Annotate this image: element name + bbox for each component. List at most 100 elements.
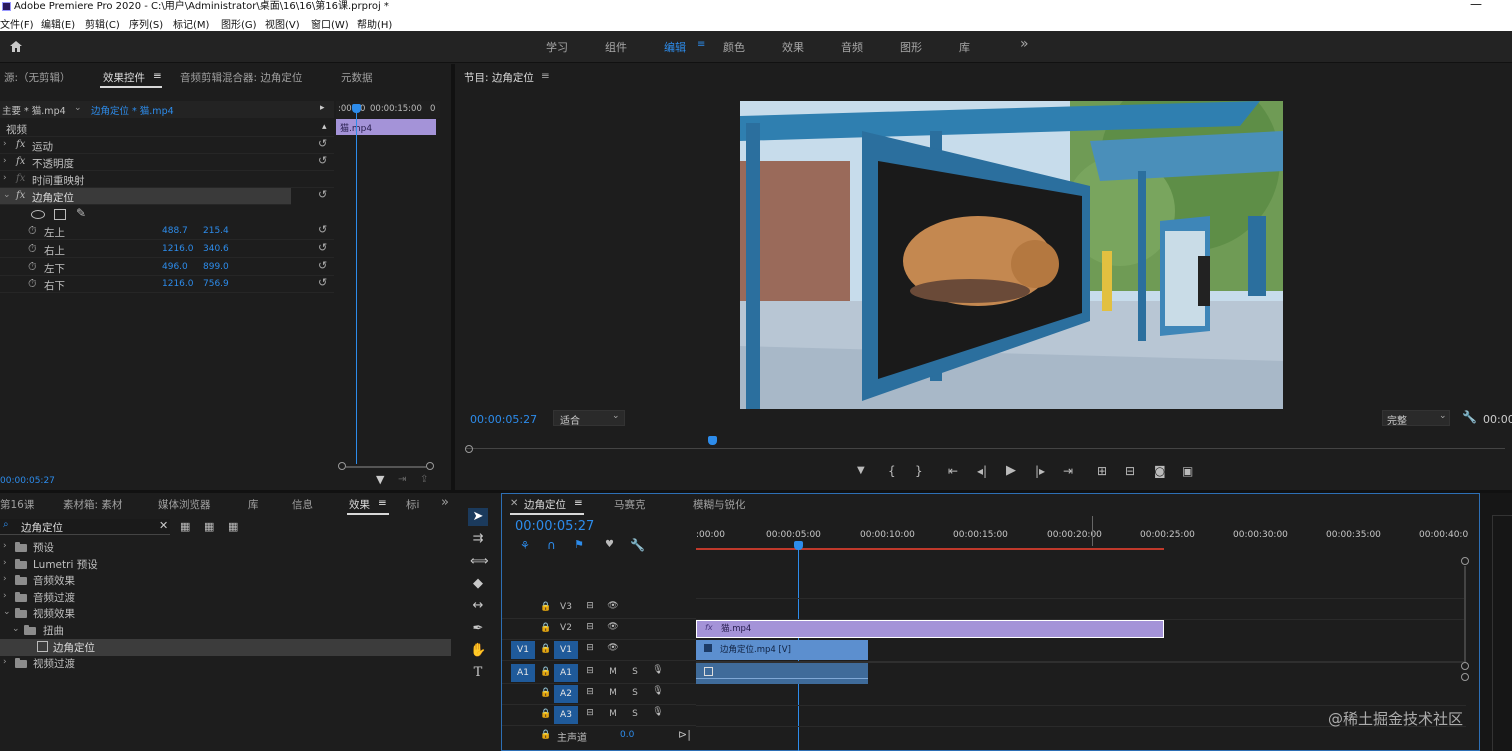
sync-lock-icon[interactable]: ⊟ [584, 708, 596, 718]
tab-source[interactable]: 源:（无剪辑） [4, 70, 71, 85]
ec-playhead-handle[interactable] [352, 104, 361, 113]
pen-tool-icon[interactable]: ✒ [470, 621, 486, 636]
tab-effects[interactable]: 效果 [349, 497, 370, 512]
ec-zoom-scrollbar[interactable] [336, 462, 436, 470]
program-playhead[interactable] [708, 436, 717, 445]
reset-icon[interactable]: ↺ [318, 259, 327, 272]
export-frame-camera-icon[interactable]: ◙ [1154, 464, 1166, 478]
tab-metadata[interactable]: 元数据 [341, 70, 373, 85]
solo-button[interactable]: S [630, 667, 640, 677]
workspace-color[interactable]: 颜色 [723, 39, 745, 55]
minimize-icon[interactable]: — [1470, 0, 1482, 11]
fx-icon[interactable]: fx [16, 190, 25, 201]
clip-v1[interactable]: 边角定位.mp4 [V] [696, 640, 868, 660]
tree-item[interactable]: › 视频过渡 [0, 655, 451, 672]
quality-dropdown[interactable]: 完整 ⌄ [1382, 410, 1450, 427]
collapse-chevron-icon[interactable]: ⌄ [3, 190, 11, 200]
microphone-icon[interactable]: 🎙 [652, 686, 664, 696]
nest-toggle-icon[interactable]: ⚘ [520, 539, 530, 552]
lock-icon[interactable]: 🔒 [540, 709, 552, 719]
close-tab-icon[interactable]: ✕ [510, 498, 518, 509]
tree-item[interactable]: › Lumetri 预设 [0, 556, 451, 573]
tab-menu-icon[interactable]: ≡ [574, 497, 583, 509]
tree-item-selected[interactable]: 边角定位 [0, 639, 451, 656]
param-x-value[interactable]: 496.0 [162, 262, 188, 272]
stopwatch-icon[interactable]: ⏱ [28, 260, 37, 274]
play-icon[interactable]: ▶ [1006, 463, 1016, 478]
mute-button[interactable]: M [608, 667, 618, 677]
sync-lock-icon[interactable]: ⊟ [584, 643, 596, 653]
menu-marker[interactable]: 标记(M) [173, 16, 209, 31]
sync-lock-icon[interactable]: ⊟ [584, 666, 596, 676]
comparison-view-icon[interactable]: ▣ [1182, 464, 1193, 478]
selection-tool-icon[interactable]: ➤ [470, 509, 486, 524]
sync-lock-icon[interactable]: ⊟ [584, 622, 596, 632]
accelerated-effects-icon[interactable]: ▦ [180, 520, 190, 533]
expand-chevron-icon[interactable]: › [3, 558, 7, 568]
extract-icon[interactable]: ⊟ [1125, 464, 1135, 478]
tab-menu-icon[interactable]: ≡ [153, 70, 162, 82]
tab-markers[interactable]: 标i [406, 497, 419, 512]
collapse-chevron-icon[interactable]: ⌄ [3, 607, 11, 617]
linked-selection-icon[interactable]: ⚑ [574, 538, 584, 551]
track-label[interactable]: V3 [558, 602, 574, 612]
32bit-effects-icon[interactable]: ▦ [204, 520, 214, 533]
collapse-up-icon[interactable]: ▴ [322, 122, 327, 132]
mark-out-icon[interactable]: } [915, 464, 923, 478]
menu-clip[interactable]: 剪辑(C) [85, 16, 120, 31]
fit-dropdown[interactable]: 适合 ⌄ [553, 410, 625, 427]
reset-icon[interactable]: ↺ [318, 154, 327, 167]
menu-sequence[interactable]: 序列(S) [129, 16, 163, 31]
type-tool-icon[interactable]: T [470, 665, 486, 680]
yuv-effects-icon[interactable]: ▦ [228, 520, 238, 533]
lift-icon[interactable]: ⊞ [1097, 464, 1107, 478]
workspace-more-icon[interactable]: » [1020, 36, 1029, 52]
workspace-libraries[interactable]: 库 [959, 39, 970, 55]
master-volume-value[interactable]: 0.0 [620, 730, 634, 740]
ripple-edit-tool-icon[interactable]: ⟺ [470, 554, 489, 569]
pen-mask-icon[interactable]: ✎ [76, 206, 86, 220]
lock-icon[interactable]: 🔒 [540, 602, 552, 612]
source-patch-a1[interactable]: A1 [511, 664, 535, 682]
ec-current-time[interactable]: 00:00:05:27 [0, 476, 55, 486]
expand-chevron-icon[interactable]: › [3, 173, 7, 183]
collapse-chevron-icon[interactable]: ⌄ [12, 624, 20, 634]
effect-row-opacity[interactable]: › fx 不透明度 ↺ [0, 154, 334, 171]
microphone-icon[interactable]: 🎙 [652, 665, 664, 675]
more-tabs-icon[interactable]: » [441, 495, 449, 510]
reset-icon[interactable]: ↺ [318, 188, 327, 201]
chevron-down-icon[interactable]: ⌄ [74, 103, 82, 113]
menu-help[interactable]: 帮助(H) [357, 16, 392, 31]
solo-button[interactable]: S [630, 709, 640, 719]
lock-icon[interactable]: 🔒 [540, 644, 552, 654]
track-label[interactable]: V2 [558, 623, 574, 633]
tree-item[interactable]: › 音频效果 [0, 572, 451, 589]
clear-search-icon[interactable]: ✕ [159, 519, 168, 532]
workspace-effects[interactable]: 效果 [782, 39, 804, 55]
tree-item[interactable]: ⌄ 视频效果 [0, 605, 451, 622]
tab-libraries[interactable]: 库 [248, 497, 259, 512]
go-to-out-icon[interactable]: ⇥ [1063, 464, 1073, 478]
tab-media-browser[interactable]: 媒体浏览器 [158, 497, 211, 512]
expand-chevron-icon[interactable]: › [3, 591, 7, 601]
mute-button[interactable]: M [608, 709, 618, 719]
param-x-value[interactable]: 488.7 [162, 226, 188, 236]
add-marker-icon[interactable]: ♥ [605, 539, 614, 550]
tree-item[interactable]: ⌄ 扭曲 [0, 622, 451, 639]
export-icon[interactable]: ⇪ [420, 474, 428, 485]
search-input[interactable]: 边角定位 [21, 520, 63, 535]
tab-info[interactable]: 信息 [292, 497, 313, 512]
workspace-editing[interactable]: 编辑 [664, 39, 686, 55]
reset-icon[interactable]: ↺ [318, 223, 327, 236]
stopwatch-icon[interactable]: ⏱ [28, 242, 37, 256]
track-target-a3[interactable]: A3 [554, 706, 578, 724]
tab-bin[interactable]: 素材箱: 素材 [63, 497, 122, 512]
tab-menu-icon[interactable]: ≡ [378, 497, 387, 509]
tab-audio-clip-mixer[interactable]: 音频剪辑混合器: 边角定位 [180, 70, 302, 85]
expand-chevron-icon[interactable]: › [3, 657, 7, 667]
tree-item[interactable]: › 预设 [0, 539, 451, 556]
workspace-menu-icon[interactable]: ≡ [697, 39, 705, 50]
scrub-start-handle[interactable] [465, 445, 473, 453]
clip-a1[interactable] [696, 663, 868, 684]
lock-icon[interactable]: 🔒 [540, 623, 552, 633]
